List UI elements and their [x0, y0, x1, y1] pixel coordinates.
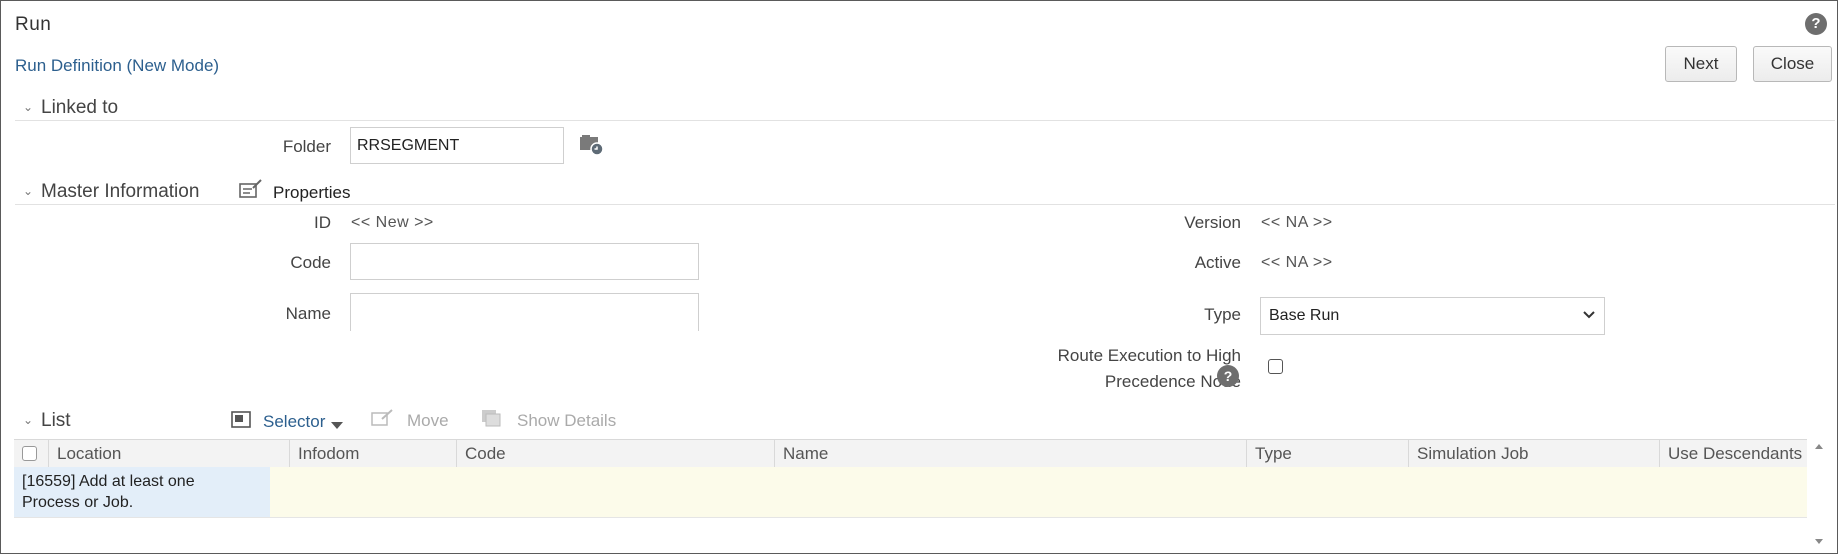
chevron-down-icon: ⌄	[23, 100, 34, 114]
chevron-down-icon: ⌄	[23, 413, 34, 427]
column-header-name[interactable]: Name	[774, 440, 1246, 467]
close-button[interactable]: Close	[1753, 46, 1832, 82]
move-tool[interactable]: Move	[371, 409, 449, 432]
empty-list-message: [16559] Add at least one Process or Job.	[14, 467, 270, 517]
chevron-down-icon: ⌄	[23, 184, 34, 198]
window-title: Run	[15, 14, 52, 35]
version-value: << NA >>	[1261, 214, 1333, 231]
caret-down-icon	[331, 415, 344, 435]
column-header-type[interactable]: Type	[1246, 440, 1408, 467]
show-details-label: Show Details	[517, 410, 617, 430]
id-label: ID	[314, 213, 331, 232]
active-value: << NA >>	[1261, 254, 1333, 271]
code-label: Code	[290, 253, 331, 272]
column-header-use-descendants[interactable]: Use Descendants	[1659, 440, 1807, 467]
properties-link[interactable]: Properties	[273, 183, 350, 203]
list-grid-body: [16559] Add at least one Process or Job.	[14, 467, 1807, 518]
active-label: Active	[1194, 253, 1241, 272]
section-list[interactable]: ⌄ List	[23, 410, 71, 432]
chevron-down-icon	[1582, 307, 1596, 325]
column-header-location[interactable]: Location	[48, 440, 289, 467]
help-icon[interactable]: ?	[1805, 13, 1827, 35]
properties-icon[interactable]	[239, 179, 263, 199]
selector-label: Selector	[263, 412, 326, 431]
divider	[15, 120, 1835, 121]
details-icon	[481, 409, 503, 432]
type-select-value: Base Run	[1269, 307, 1340, 324]
list-grid-header: Location Infodom Code Name Type Simulati…	[14, 439, 1807, 468]
folder-input-value: RRSEGMENT	[357, 136, 460, 154]
empty-list-message-line1: [16559] Add at least one	[22, 473, 195, 490]
section-linked-to[interactable]: ⌄ Linked to	[23, 97, 118, 119]
scroll-down-icon	[1815, 539, 1823, 544]
id-value: << New >>	[351, 214, 434, 231]
route-high-precedence-checkbox[interactable]	[1268, 359, 1283, 374]
section-master-information[interactable]: ⌄ Master Information	[23, 181, 199, 203]
name-label: Name	[285, 304, 331, 323]
type-select[interactable]: Base Run	[1260, 297, 1605, 335]
version-label: Version	[1184, 213, 1241, 232]
select-all-checkbox[interactable]	[22, 446, 37, 461]
selector-icon	[231, 410, 253, 434]
empty-list-message-line2: Process or Job.	[22, 494, 134, 511]
show-details-tool[interactable]: Show Details	[481, 409, 616, 432]
folder-input[interactable]: RRSEGMENT	[350, 127, 564, 164]
run-window: Run Run Definition (New Mode) ? Next Clo…	[0, 0, 1838, 554]
folder-label: Folder	[282, 137, 331, 156]
divider	[15, 204, 1835, 205]
type-label: Type	[1204, 305, 1241, 324]
page-subtitle: Run Definition (New Mode)	[15, 56, 220, 75]
next-button[interactable]: Next	[1665, 46, 1737, 82]
section-master-information-title: Master Information	[41, 181, 200, 202]
selector-tool[interactable]: Selector	[231, 409, 344, 435]
edit-icon	[371, 409, 395, 432]
section-linked-to-title: Linked to	[41, 97, 119, 118]
name-input[interactable]	[350, 293, 699, 331]
folder-browse-icon[interactable]	[579, 134, 605, 156]
column-header-infodom[interactable]: Infodom	[289, 440, 456, 467]
section-list-title: List	[41, 410, 71, 431]
scroll-up-icon	[1815, 444, 1823, 449]
move-label: Move	[407, 410, 449, 430]
column-header-simulation-job[interactable]: Simulation Job	[1408, 440, 1659, 467]
column-header-code[interactable]: Code	[456, 440, 774, 467]
code-input[interactable]	[350, 243, 699, 280]
list-vertical-scrollbar[interactable]	[1811, 439, 1827, 551]
route-label-line2: Precedence Node	[1104, 372, 1241, 391]
route-label-line1: Route Execution to High	[1057, 346, 1241, 365]
help-icon[interactable]: ?	[1217, 365, 1239, 387]
